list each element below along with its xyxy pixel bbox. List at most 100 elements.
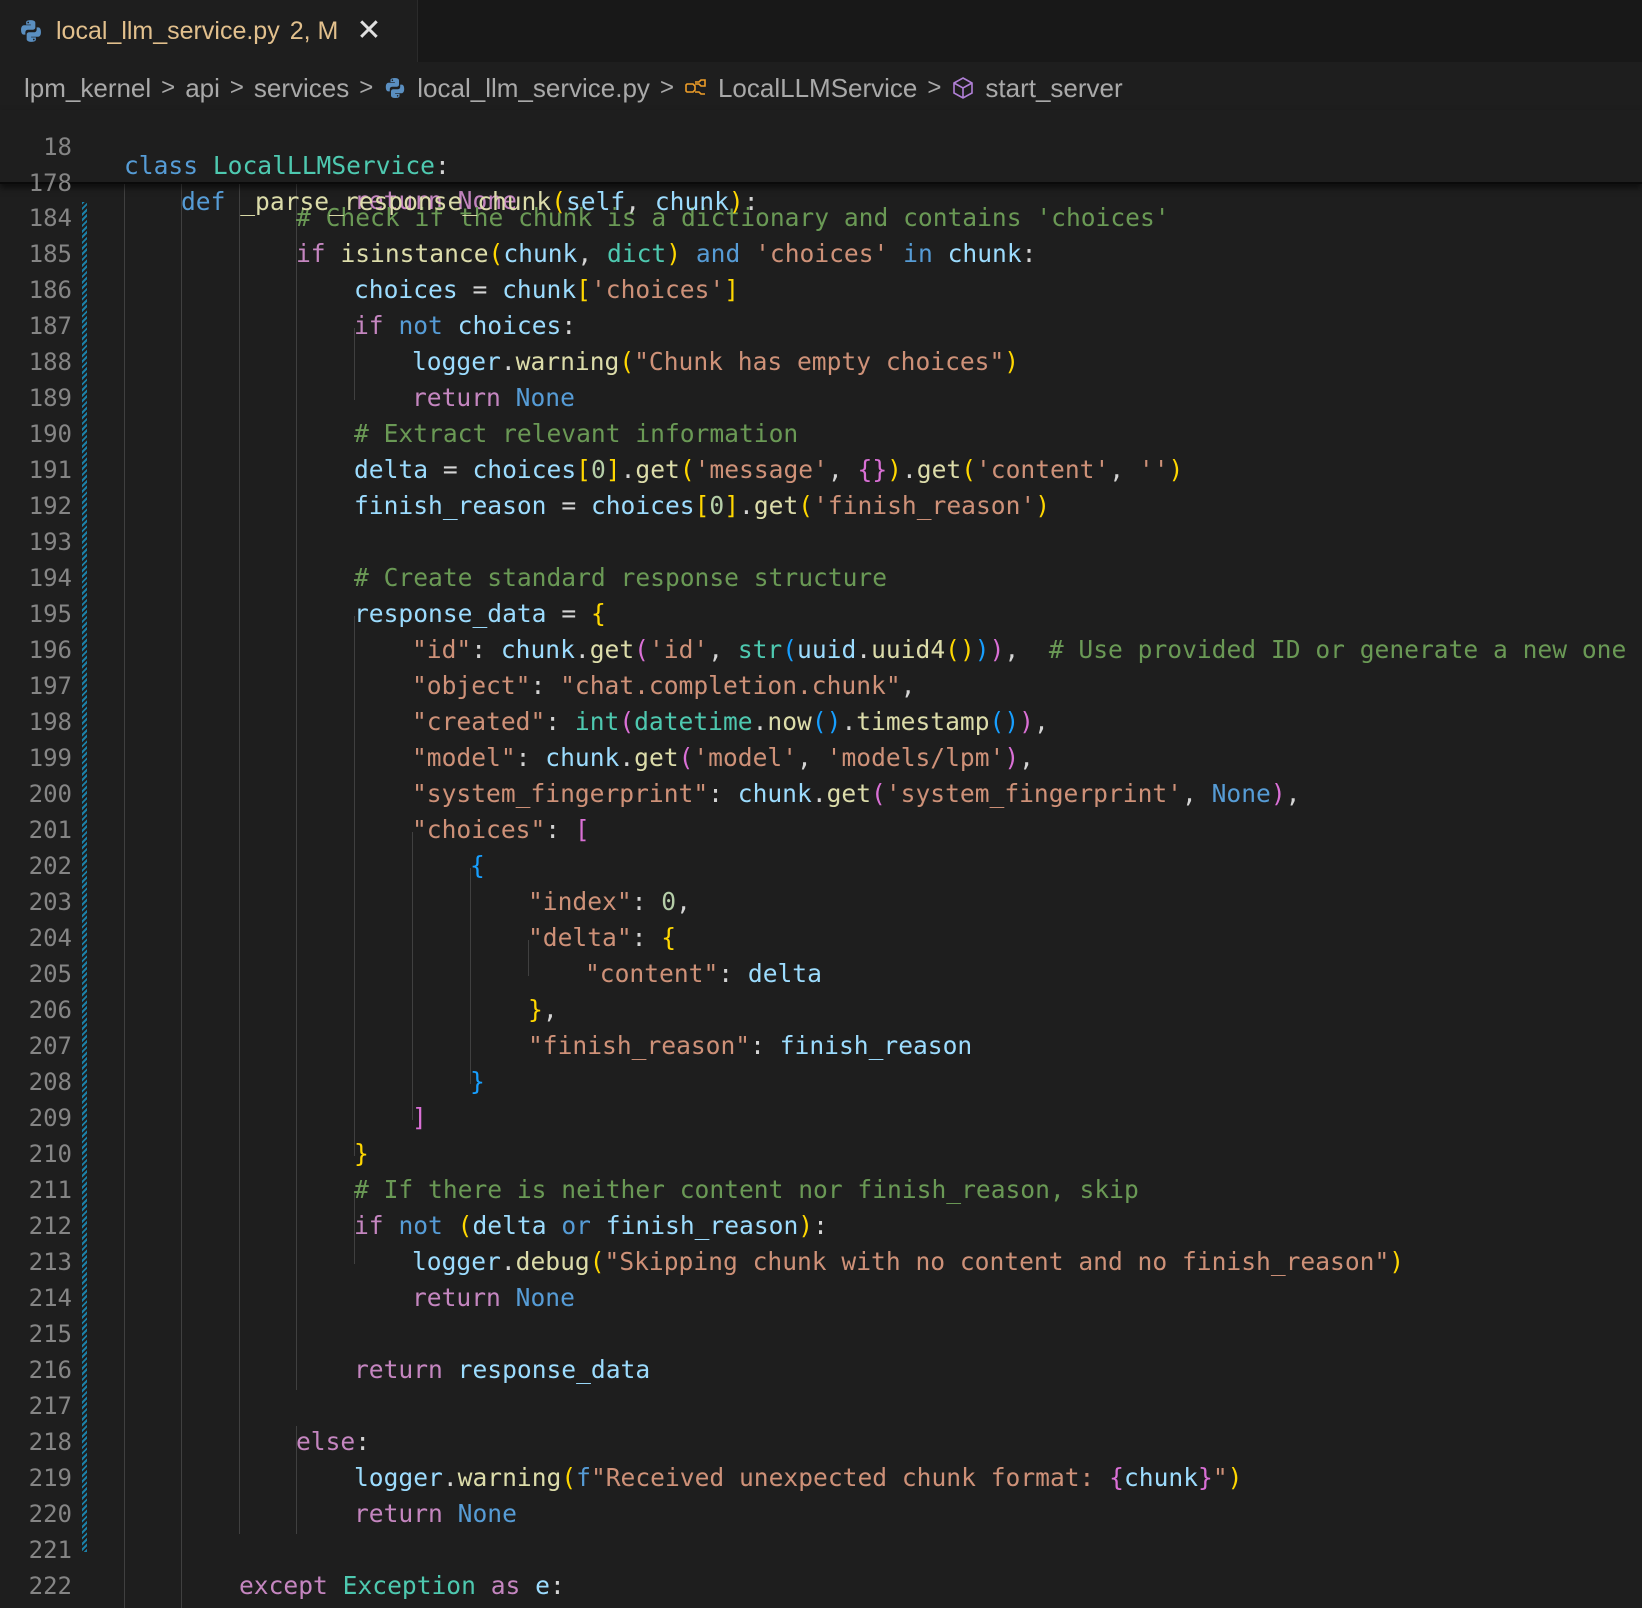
line-number: 195	[28, 600, 72, 628]
code-text: "index": 0,	[528, 887, 691, 916]
code-line[interactable]: 216 return response_data	[0, 1352, 1642, 1388]
code-line[interactable]: 211 # If there is neither content nor fin…	[0, 1172, 1642, 1208]
line-number: 189	[28, 384, 72, 412]
code-line[interactable]: 199 "model": chunk.get('model', 'models/l…	[0, 740, 1642, 776]
code-line[interactable]: 209]	[0, 1100, 1642, 1136]
code-line[interactable]: 215	[0, 1316, 1642, 1352]
code-line[interactable]: 193	[0, 524, 1642, 560]
code-line[interactable]: 210}	[0, 1136, 1642, 1172]
line-number: 203	[28, 888, 72, 916]
code-line[interactable]: 197 "object": "chat.completion.chunk",	[0, 668, 1642, 704]
chevron-right-icon: >	[161, 74, 176, 101]
tab-bar: local_llm_service.py 2, M ✕	[0, 0, 1642, 62]
line-number: 186	[28, 276, 72, 304]
code-line[interactable]: 203 "index": 0,	[0, 884, 1642, 920]
line-number: 201	[28, 816, 72, 844]
code-line[interactable]: 218 else:	[0, 1424, 1642, 1460]
breadcrumb-item-file[interactable]: local_llm_service.py	[383, 73, 650, 104]
code-line[interactable]: 204 "delta": {	[0, 920, 1642, 956]
line-number: 218	[28, 1428, 72, 1456]
code-text: return None	[354, 1499, 517, 1528]
code-line[interactable]: 189 return None	[0, 380, 1642, 416]
code-line[interactable]: 195 response_data = {	[0, 596, 1642, 632]
sticky-scroll-header: 18 class LocalLLMService: 178 def _parse…	[0, 110, 1642, 216]
breadcrumb-label: lpm_kernel	[24, 72, 152, 103]
breadcrumb-item-lpm-kernel[interactable]: lpm_kernel	[24, 73, 151, 104]
breadcrumb-item-services[interactable]: services	[254, 73, 349, 104]
code-line[interactable]: 206},	[0, 992, 1642, 1028]
code-line[interactable]: 190 # Extract relevant information	[0, 416, 1642, 452]
line-number: 193	[28, 528, 72, 556]
breadcrumb-item-class[interactable]: LocalLLMService	[684, 73, 917, 104]
code-line[interactable]: 186 choices = chunk['choices']	[0, 272, 1642, 308]
code-line[interactable]: 219 logger.warning(f"Received unexpected …	[0, 1460, 1642, 1496]
code-line[interactable]: 185 if isinstance(chunk, dict) and 'choic…	[0, 236, 1642, 272]
code-line[interactable]: 192 finish_reason = choices[0].get('finis…	[0, 488, 1642, 524]
line-number: 210	[28, 1140, 72, 1168]
method-symbol-icon	[953, 77, 974, 99]
tab-problems-badge: 2, M	[289, 16, 339, 45]
code-line[interactable]: 217	[0, 1388, 1642, 1424]
code-text: return response_data	[354, 1355, 651, 1384]
breadcrumb-item-api[interactable]: api	[185, 73, 220, 104]
code-text: logger.warning("Chunk has empty choices"…	[412, 347, 1020, 376]
code-line[interactable]: 200 "system_fingerprint": chunk.get('syst…	[0, 776, 1642, 812]
sticky-line[interactable]: 178 def _parse_response_chunk(self, chun…	[0, 146, 1642, 216]
code-text: else:	[296, 1427, 371, 1456]
line-number: 190	[28, 420, 72, 448]
line-number: 187	[28, 312, 72, 340]
editor-tab[interactable]: local_llm_service.py 2, M ✕	[0, 0, 418, 62]
code-text: return None	[412, 1283, 575, 1312]
line-number: 212	[28, 1212, 72, 1240]
code-text: return None	[412, 383, 575, 412]
code-line[interactable]: 220 return None	[0, 1496, 1642, 1532]
line-number: 220	[28, 1500, 72, 1528]
code-line[interactable]: 188 logger.warning("Chunk has empty choic…	[0, 344, 1642, 380]
code-text: "finish_reason": finish_reason	[528, 1031, 973, 1060]
line-number: 205	[28, 960, 72, 988]
chevron-right-icon: >	[927, 74, 942, 101]
code-line[interactable]: 207 "finish_reason": finish_reason	[0, 1028, 1642, 1064]
breadcrumb-label: services	[253, 72, 350, 103]
code-text: "id": chunk.get('id', str(uuid.uuid4()))…	[412, 635, 1627, 664]
class-symbol-icon	[685, 79, 706, 95]
code-text: response_data = {	[354, 599, 606, 628]
chevron-right-icon: >	[659, 74, 674, 101]
code-text: delta = choices[0].get('message', {}).ge…	[354, 455, 1184, 484]
line-number: 215	[28, 1320, 72, 1348]
code-text: "created": int(datetime.now().timestamp(…	[412, 707, 1049, 736]
code-text: # Create standard response structure	[354, 563, 888, 592]
code-line[interactable]: 198 "created": int(datetime.now().timesta…	[0, 704, 1642, 740]
close-icon[interactable]: ✕	[356, 16, 381, 46]
sticky-line[interactable]: 18 class LocalLLMService:	[0, 110, 1642, 180]
code-line[interactable]: 213 logger.debug("Skipping chunk with no …	[0, 1244, 1642, 1280]
code-text: # If there is neither content nor finish…	[354, 1175, 1139, 1204]
code-line[interactable]: 191 delta = choices[0].get('message', {})…	[0, 452, 1642, 488]
code-text: "object": "chat.completion.chunk",	[412, 671, 916, 700]
code-text: }	[354, 1139, 369, 1168]
code-editor[interactable]: return None 184 # Check if the chunk is a…	[0, 182, 1642, 1608]
line-number: 178	[28, 169, 72, 197]
breadcrumb: lpm_kernel > api > services > local_llm_…	[24, 66, 1123, 110]
line-number: 204	[28, 924, 72, 952]
breadcrumb-label: local_llm_service.py	[417, 72, 650, 103]
line-number: 191	[28, 456, 72, 484]
code-line[interactable]: 212 if not (delta or finish_reason):	[0, 1208, 1642, 1244]
code-text: "model": chunk.get('model', 'models/lpm'…	[412, 743, 1034, 772]
code-line[interactable]: 205 "content": delta	[0, 956, 1642, 992]
code-text: if not choices:	[354, 311, 577, 340]
code-line[interactable]: 222 except Exception as e:	[0, 1568, 1642, 1604]
code-text: ]	[412, 1103, 427, 1132]
code-line[interactable]: 202 {	[0, 848, 1642, 884]
code-text: },	[528, 995, 558, 1024]
code-line[interactable]: 196 "id": chunk.get('id', str(uuid.uuid4(…	[0, 632, 1642, 668]
code-text: if not (delta or finish_reason):	[354, 1211, 828, 1240]
code-line[interactable]: 208}	[0, 1064, 1642, 1100]
code-line[interactable]: 194 # Create standard response structure	[0, 560, 1642, 596]
breadcrumb-item-method[interactable]: start_server	[951, 73, 1123, 104]
code-text: def _parse_response_chunk(self, chunk):	[181, 187, 759, 216]
code-line[interactable]: 214 return None	[0, 1280, 1642, 1316]
code-line[interactable]: 187 if not choices:	[0, 308, 1642, 344]
code-line[interactable]: 201 "choices": [	[0, 812, 1642, 848]
code-line[interactable]: 221	[0, 1532, 1642, 1568]
